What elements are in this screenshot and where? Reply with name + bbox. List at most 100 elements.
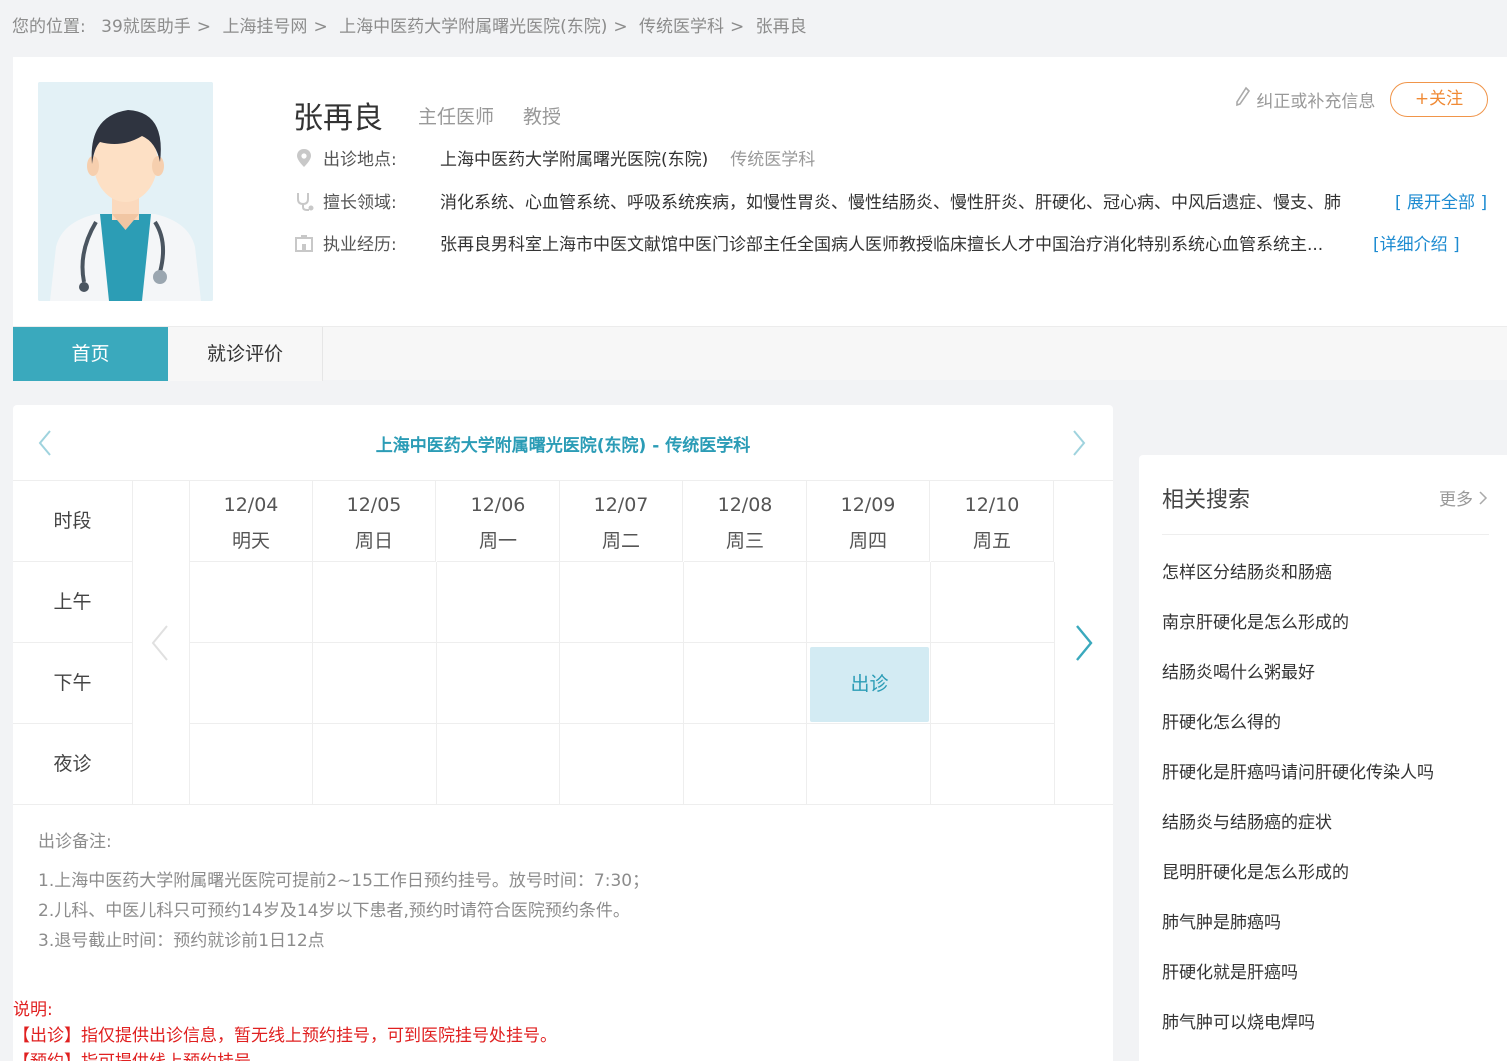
schedule-slot-cell: [560, 724, 684, 805]
schedule-slot-cell: [931, 562, 1055, 643]
schedule-panel: 上海中医药大学附属曙光医院(东院) - 传统医学科 时段 上午 下午 夜诊 12…: [13, 405, 1113, 1061]
tab-home[interactable]: 首页: [13, 327, 168, 381]
schedule-slot-cell: [684, 562, 807, 643]
note-line: 2.儿科、中医儿科只可预约14岁及14岁以下患者,预约时请符合医院预约条件。: [38, 901, 630, 921]
correct-info-link[interactable]: 纠正或补充信息: [1235, 86, 1375, 113]
doctor-profile-card: 张再良 主任医师 教授 出诊地点: 上海中医药大学附属曙光医院(东院) 传统医学科 …: [13, 57, 1507, 326]
detail-intro-link[interactable]: [详细介绍 ]: [1373, 230, 1460, 255]
department-name: 传统医学科: [730, 150, 816, 170]
schedule-slot-cell: [437, 643, 560, 724]
day-header: 12/05 周日: [313, 481, 436, 562]
schedule-slot-cell: [560, 643, 684, 724]
related-search-item[interactable]: 结肠炎喝什么粥最好: [1162, 658, 1315, 683]
expand-all-link[interactable]: [ 展开全部 ]: [1395, 188, 1487, 213]
day-header: 12/08 周三: [684, 481, 807, 562]
prev-week-arrow-icon[interactable]: [149, 623, 171, 663]
period-afternoon: 下午: [13, 643, 133, 724]
correct-info-label: 纠正或补充信息: [1256, 92, 1376, 112]
doctor-title: 主任医师: [418, 106, 495, 128]
stethoscope-icon: [293, 190, 315, 212]
breadcrumb-item-home[interactable]: 39就医助手: [101, 17, 191, 37]
day-date: 12/08: [717, 494, 773, 516]
info-row-location: 出诊地点: 上海中医药大学附属曙光医院(东院) 传统医学科: [293, 145, 815, 170]
day-date: 12/10: [964, 494, 1020, 516]
breadcrumb-item-site[interactable]: 上海挂号网: [222, 17, 307, 37]
related-search-item[interactable]: 肝硬化怎么得的: [1162, 708, 1281, 733]
schedule-slot-cell: [807, 724, 931, 805]
location-pin-icon: [293, 147, 315, 169]
doctor-avatar-illustration: [38, 82, 213, 301]
day-date: 12/09: [840, 494, 896, 516]
experience-text: 张再良男科室上海市中医文献馆中医门诊部主任全国病人医师教授临床擅长人才中国治疗消…: [440, 235, 1324, 255]
day-header: 12/07 周二: [560, 481, 683, 562]
day-weekday: 周五: [972, 530, 1011, 552]
doctor-name: 张再良: [293, 101, 383, 136]
legend-explanation: 说明: 【出诊】指仅提供出诊信息，暂无线上预约挂号，可到医院挂号处挂号。 【预约…: [13, 997, 557, 1061]
day-date: 12/04: [223, 494, 279, 516]
schedule-slot-cell: [437, 724, 560, 805]
breadcrumb-sep: >: [196, 17, 212, 37]
related-search-item[interactable]: 肺气肿是肺癌吗: [1162, 908, 1281, 933]
schedule-slot-cell: [560, 562, 684, 643]
schedule-slot-cell: [684, 724, 807, 805]
day-weekday: 周日: [354, 530, 393, 552]
next-hospital-arrow-icon[interactable]: [1069, 427, 1089, 459]
day-header: 12/06 周一: [437, 481, 560, 562]
day-date: 12/06: [470, 494, 526, 516]
schedule-slot-cell: [807, 562, 931, 643]
related-search-item[interactable]: 结肠炎与结肠癌的症状: [1162, 808, 1332, 833]
schedule-slot-cell: [313, 643, 437, 724]
info-row-experience: 执业经历: 张再良男科室上海市中医文献馆中医门诊部主任全国病人医师教授临床擅长人才…: [293, 230, 1323, 255]
slot-available-button[interactable]: 出诊: [810, 647, 929, 722]
schedule-slot-cell: [190, 643, 313, 724]
breadcrumb-item-department[interactable]: 传统医学科: [639, 17, 724, 37]
more-label: 更多: [1439, 490, 1473, 510]
related-search-item[interactable]: 肝硬化是肝癌吗请问肝硬化传染人吗: [1162, 758, 1434, 783]
breadcrumb-item-current: 张再良: [755, 17, 807, 37]
day-header: 12/10 周五: [931, 481, 1054, 562]
day-weekday: 周二: [601, 530, 640, 552]
breadcrumb-sep: >: [730, 17, 745, 37]
related-search-item[interactable]: 昆明肝硬化是怎么形成的: [1162, 858, 1349, 883]
day-weekday: 明天: [231, 530, 270, 552]
hospital-name: 上海中医药大学附属曙光医院(东院): [440, 150, 709, 170]
breadcrumb-label: 您的位置:: [12, 17, 86, 37]
location-label: 出诊地点:: [323, 150, 397, 170]
period-morning: 上午: [13, 562, 133, 643]
follow-button[interactable]: +关注: [1390, 82, 1488, 117]
day-weekday: 周四: [848, 530, 887, 552]
tab-bar: 首页 就诊评价: [13, 326, 1507, 381]
day-header: 12/04 明天: [190, 481, 313, 562]
experience-label: 执业经历:: [323, 235, 397, 255]
related-search-item[interactable]: 肺气肿可以烧电焊吗: [1162, 1008, 1315, 1033]
related-search-item[interactable]: 肝硬化就是肝癌吗: [1162, 958, 1298, 983]
breadcrumb-item-hospital[interactable]: 上海中医药大学附属曙光医院(东院): [339, 17, 607, 37]
specialty-label: 擅长领域:: [323, 193, 397, 213]
schedule-slot-cell: [190, 562, 313, 643]
next-week-arrow-icon[interactable]: [1073, 623, 1095, 663]
doctor-avatar: [38, 82, 213, 301]
schedule-slot-cell: [437, 562, 560, 643]
schedule-slot-cell: [931, 643, 1055, 724]
specialty-text: 消化系统、心血管系统、呼吸系统疾病，如慢性胃炎、慢性结肠炎、慢性肝炎、肝硬化、冠…: [440, 193, 1341, 213]
related-searches-panel: 相关搜索 更多 怎样区分结肠炎和肠癌 南京肝硬化是怎么形成的 结肠炎喝什么粥最好…: [1139, 455, 1507, 1061]
day-date: 12/05: [346, 494, 402, 516]
related-more-link[interactable]: 更多: [1439, 485, 1488, 511]
schedule-slot-cell: [313, 562, 437, 643]
tab-reviews[interactable]: 就诊评价: [168, 327, 323, 381]
prev-week-column: [133, 481, 190, 805]
schedule-notes: 出诊备注: 1.上海中医药大学附属曙光医院可提前2~15工作日预约挂号。放号时间…: [38, 827, 649, 956]
schedule-slot-cell: [190, 724, 313, 805]
note-line: 1.上海中医药大学附属曙光医院可提前2~15工作日预约挂号。放号时间：7:30；: [38, 871, 650, 891]
related-title: 相关搜索: [1162, 488, 1251, 513]
chevron-right-icon: [1478, 490, 1488, 511]
schedule-slot-cell: [684, 643, 807, 724]
day-date: 12/07: [593, 494, 649, 516]
day-weekday: 周一: [478, 530, 517, 552]
related-search-item[interactable]: 怎样区分结肠炎和肠癌: [1162, 558, 1332, 583]
related-search-item[interactable]: 南京肝硬化是怎么形成的: [1162, 608, 1349, 633]
explain-line: 【预约】指可提供线上预约挂号: [13, 1049, 557, 1061]
divider: [1162, 534, 1489, 535]
schedule-title: 上海中医药大学附属曙光医院(东院) - 传统医学科: [375, 436, 751, 456]
schedule-slot-cell: [313, 724, 437, 805]
